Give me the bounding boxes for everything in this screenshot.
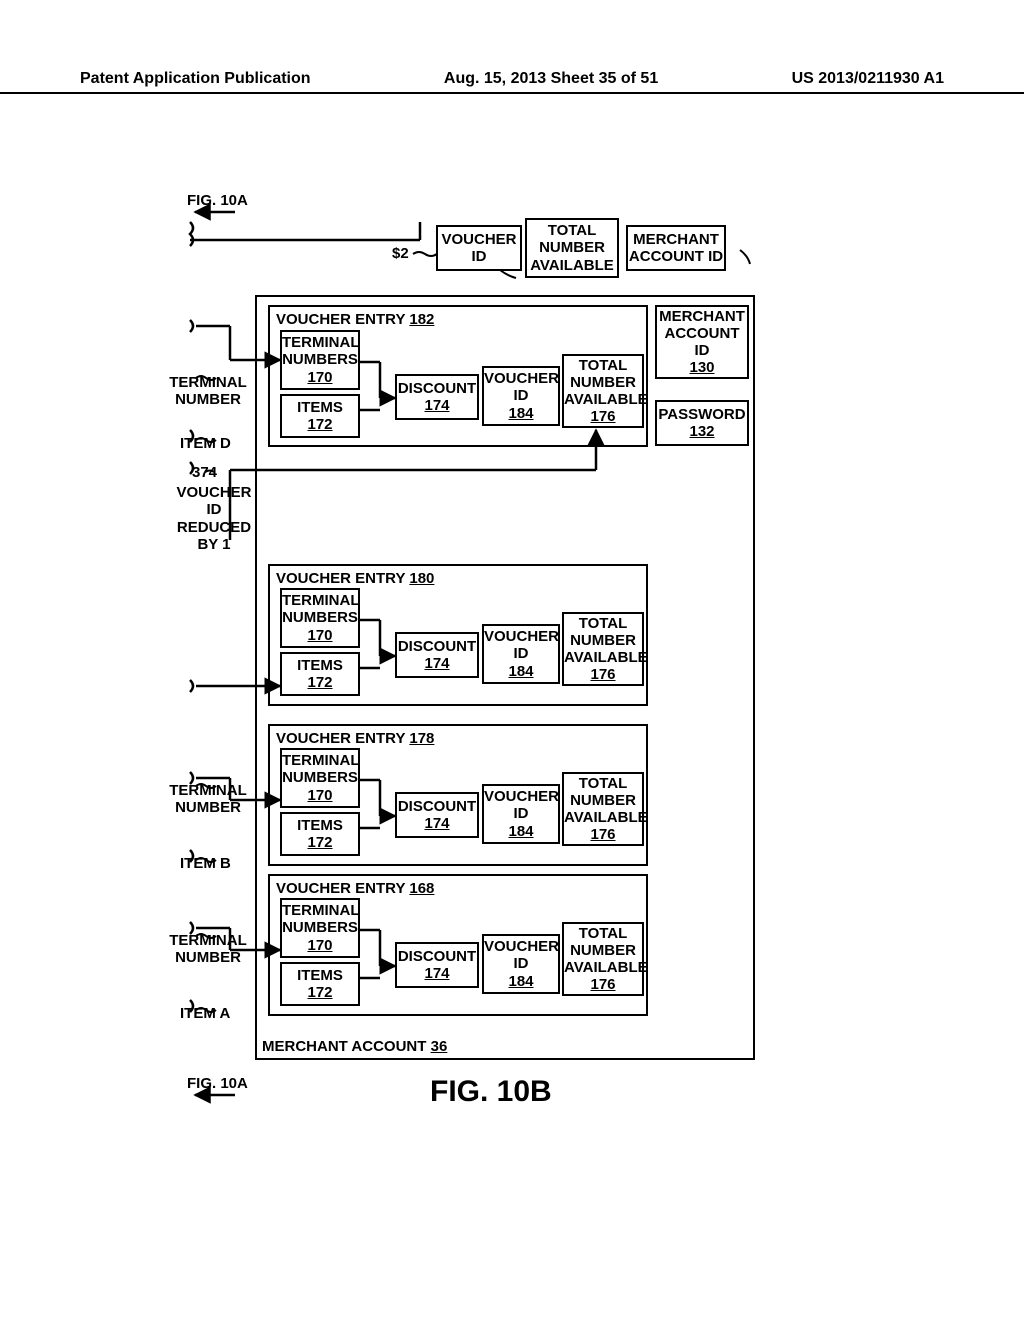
e182-terminal-numbers: TERMINAL NUMBERS 170 (280, 330, 360, 390)
e168-terminal-numbers: TERMINAL NUMBERS 170 (280, 898, 360, 958)
e168-total-number-available: TOTAL NUMBER AVAILABLE 176 (562, 922, 644, 996)
callout-price: $2 (392, 245, 409, 262)
e178-terminal-numbers: TERMINAL NUMBERS 170 (280, 748, 360, 808)
header-mid: Aug. 15, 2013 Sheet 35 of 51 (444, 70, 658, 88)
callout-total-number-available: TOTAL NUMBER AVAILABLE (525, 218, 619, 278)
e182-voucher-id: VOUCHER ID 184 (482, 366, 560, 426)
e182-items: ITEMS 172 (280, 394, 360, 438)
e178-items: ITEMS 172 (280, 812, 360, 856)
e180-terminal-numbers: TERMINAL NUMBERS 170 (280, 588, 360, 648)
fig-title: FIG. 10B (430, 1075, 552, 1109)
merchant-account-label: MERCHANT ACCOUNT 36 (262, 1038, 447, 1055)
e168-voucher-id: VOUCHER ID 184 (482, 934, 560, 994)
e180-items: ITEMS 172 (280, 652, 360, 696)
left-terminal-number-178: TERMINAL NUMBER (168, 782, 248, 817)
e178-total-number-available: TOTAL NUMBER AVAILABLE 176 (562, 772, 644, 846)
left-item-a: ITEM A (180, 1005, 230, 1022)
header-right: US 2013/0211930 A1 (792, 70, 944, 88)
e180-discount: DISCOUNT 174 (395, 632, 479, 678)
header-left: Patent Application Publication (80, 70, 311, 88)
left-terminal-number-168: TERMINAL NUMBER (168, 932, 248, 967)
page-header: Patent Application Publication Aug. 15, … (0, 70, 1024, 94)
fig-ref-bottom: FIG. 10A (187, 1075, 248, 1092)
e178-voucher-id: VOUCHER ID 184 (482, 784, 560, 844)
callout-voucher-id: VOUCHER ID (436, 225, 522, 271)
e168-discount: DISCOUNT 174 (395, 942, 479, 988)
e178-discount: DISCOUNT 174 (395, 792, 479, 838)
left-voucher-id-reduced: VOUCHER ID REDUCED BY 1 (176, 484, 252, 553)
password-box: PASSWORD 132 (655, 400, 749, 446)
e182-discount: DISCOUNT 174 (395, 374, 479, 420)
left-374: 374 (192, 464, 217, 481)
left-item-b: ITEM B (180, 855, 231, 872)
e180-total-number-available: TOTAL NUMBER AVAILABLE 176 (562, 612, 644, 686)
merchant-account-id-box: MERCHANT ACCOUNT ID 130 (655, 305, 749, 379)
diagram-canvas: FIG. 10A (0, 110, 1024, 1210)
left-item-d: ITEM D (180, 435, 231, 452)
left-terminal-number-182: TERMINAL NUMBER (168, 374, 248, 409)
e182-total-number-available: TOTAL NUMBER AVAILABLE 176 (562, 354, 644, 428)
e168-items: ITEMS 172 (280, 962, 360, 1006)
e180-voucher-id: VOUCHER ID 184 (482, 624, 560, 684)
callout-merchant-account-id: MERCHANT ACCOUNT ID (626, 225, 726, 271)
